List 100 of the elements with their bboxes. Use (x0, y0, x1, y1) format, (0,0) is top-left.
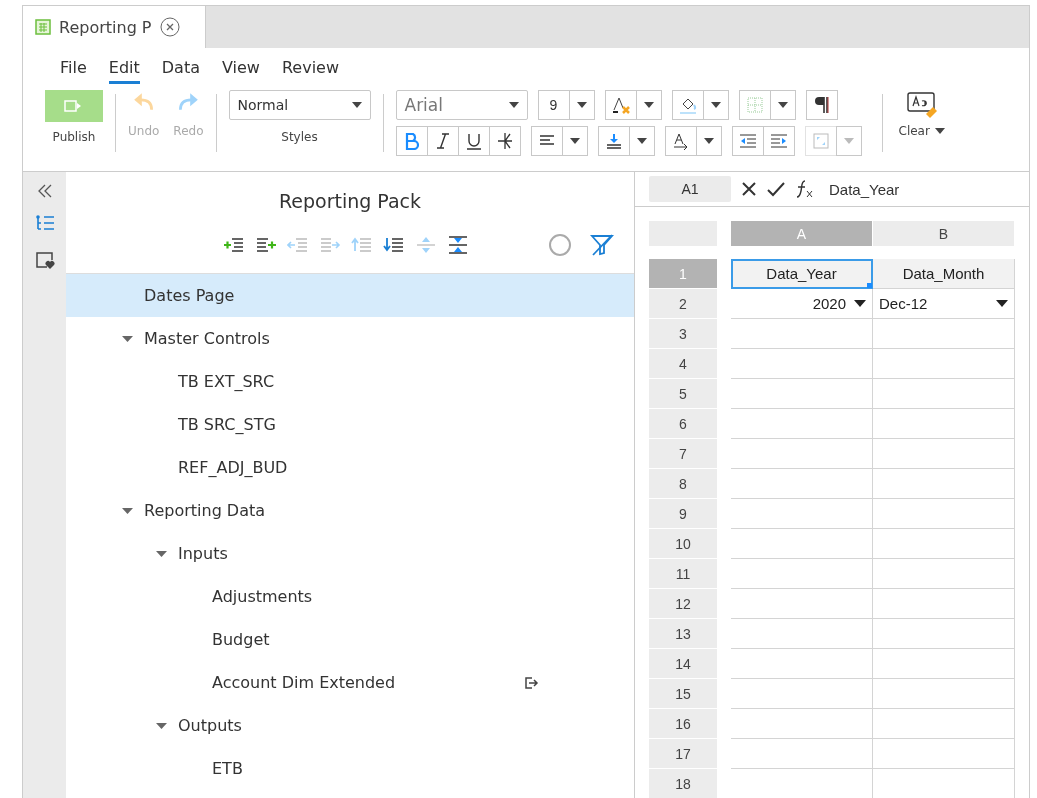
filter-off-icon[interactable] (590, 232, 614, 257)
paragraph-button[interactable] (805, 90, 838, 120)
empty-cell[interactable] (731, 469, 873, 499)
tree-item[interactable]: Master Controls (66, 317, 634, 360)
empty-cell[interactable] (731, 739, 873, 769)
empty-cell[interactable] (731, 439, 873, 469)
tree-item[interactable]: Adjustments (66, 575, 634, 618)
row-header[interactable]: 3 (649, 319, 717, 349)
bold-button[interactable] (395, 126, 428, 156)
empty-cell[interactable] (873, 319, 1015, 349)
empty-cell[interactable] (731, 499, 873, 529)
row-header[interactable]: 6 (649, 409, 717, 439)
menu-item[interactable]: File (60, 58, 87, 84)
empty-cell[interactable] (873, 709, 1015, 739)
underline-button[interactable] (457, 126, 490, 156)
text-direction-button[interactable] (664, 126, 697, 156)
empty-cell[interactable] (731, 559, 873, 589)
row-header[interactable]: 15 (649, 679, 717, 709)
row-header[interactable]: 4 (649, 349, 717, 379)
style-dropdown[interactable]: Normal (228, 90, 371, 120)
italic-button[interactable] (426, 126, 459, 156)
row-header[interactable]: 2 (649, 289, 717, 319)
tree-item[interactable]: TB EXT_SRC (66, 360, 634, 403)
empty-cell[interactable] (731, 619, 873, 649)
collapse-icon[interactable] (36, 184, 53, 198)
row-header[interactable]: 13 (649, 619, 717, 649)
dropdown-button[interactable] (695, 126, 722, 156)
empty-cell[interactable] (873, 349, 1015, 379)
dropdown-cell[interactable]: 2020 (731, 289, 873, 319)
empty-cell[interactable] (873, 679, 1015, 709)
empty-cell[interactable] (873, 649, 1015, 679)
dropdown-button[interactable] (561, 126, 588, 156)
decrease-indent-button[interactable] (731, 126, 764, 156)
exit-icon[interactable] (523, 675, 539, 691)
clear-format-button[interactable] (604, 90, 637, 120)
row-header[interactable]: 11 (649, 559, 717, 589)
empty-cell[interactable] (873, 559, 1015, 589)
row-header[interactable]: 16 (649, 709, 717, 739)
tree-item[interactable]: REF_ADJ_BUD (66, 446, 634, 489)
caret-icon[interactable] (854, 300, 866, 307)
increase-indent-button[interactable] (762, 126, 795, 156)
empty-cell[interactable] (873, 619, 1015, 649)
collapse-all-icon[interactable] (447, 233, 469, 256)
formula-field[interactable]: Data_Year (829, 180, 900, 198)
tree-item[interactable]: Budget (66, 618, 634, 661)
row-header[interactable]: 10 (649, 529, 717, 559)
menu-item[interactable]: Review (281, 58, 340, 84)
row-header[interactable]: 5 (649, 379, 717, 409)
close-icon[interactable] (159, 17, 180, 37)
row-header[interactable]: 9 (649, 499, 717, 529)
empty-cell[interactable] (873, 469, 1015, 499)
dropdown-button[interactable] (769, 90, 796, 120)
dropdown-button[interactable] (635, 90, 662, 120)
tree-item[interactable]: ETB (66, 747, 634, 790)
empty-cell[interactable] (731, 709, 873, 739)
dropdown-button[interactable] (702, 90, 729, 120)
fill-color-button[interactable] (671, 90, 704, 120)
confirm-icon[interactable] (767, 181, 785, 197)
clear-button[interactable]: Clear (898, 90, 945, 138)
empty-cell[interactable] (873, 499, 1015, 529)
column-header[interactable]: B (873, 221, 1015, 246)
empty-cell[interactable] (873, 409, 1015, 439)
publish-button[interactable] (45, 90, 103, 122)
menu-item[interactable]: Data (161, 58, 200, 84)
circle-icon[interactable] (548, 232, 572, 257)
tree-item[interactable]: Dates Page (66, 274, 634, 317)
empty-cell[interactable] (873, 739, 1015, 769)
row-header[interactable]: 8 (649, 469, 717, 499)
dropdown-button[interactable] (568, 90, 595, 120)
dropdown-button[interactable] (628, 126, 655, 156)
empty-cell[interactable] (731, 649, 873, 679)
tree-item[interactable]: Reporting Data (66, 489, 634, 532)
tree-item[interactable]: TB SRC_STG (66, 403, 634, 446)
empty-cell[interactable] (731, 409, 873, 439)
name-box[interactable]: A1 (649, 176, 731, 202)
font-size-field[interactable]: 9 (537, 90, 570, 120)
empty-cell[interactable] (873, 589, 1015, 619)
strikethrough-button[interactable] (488, 126, 521, 156)
empty-cell[interactable] (731, 379, 873, 409)
menu-item[interactable]: View (221, 58, 260, 84)
row-header[interactable]: 12 (649, 589, 717, 619)
heart-card-icon[interactable] (34, 250, 55, 270)
row-header[interactable]: 7 (649, 439, 717, 469)
header-cell[interactable]: Data_Month (873, 259, 1015, 289)
cancel-icon[interactable] (741, 181, 757, 197)
header-cell[interactable]: Data_Year (731, 259, 873, 289)
font-dropdown[interactable]: Arial (395, 90, 528, 120)
document-tab[interactable]: Reporting P (23, 6, 206, 48)
empty-cell[interactable] (731, 319, 873, 349)
empty-cell[interactable] (873, 379, 1015, 409)
empty-cell[interactable] (873, 439, 1015, 469)
tree-item[interactable]: Inputs (66, 532, 634, 575)
menu-item[interactable]: Edit (108, 58, 140, 84)
tree-item[interactable]: Account Dim Extended (66, 661, 634, 704)
function-icon[interactable] (795, 179, 815, 199)
empty-cell[interactable] (731, 529, 873, 559)
row-header[interactable]: 17 (649, 739, 717, 769)
vertical-align-button[interactable] (597, 126, 630, 156)
dropdown-cell[interactable]: Dec-12 (873, 289, 1015, 319)
align-button[interactable] (530, 126, 563, 156)
